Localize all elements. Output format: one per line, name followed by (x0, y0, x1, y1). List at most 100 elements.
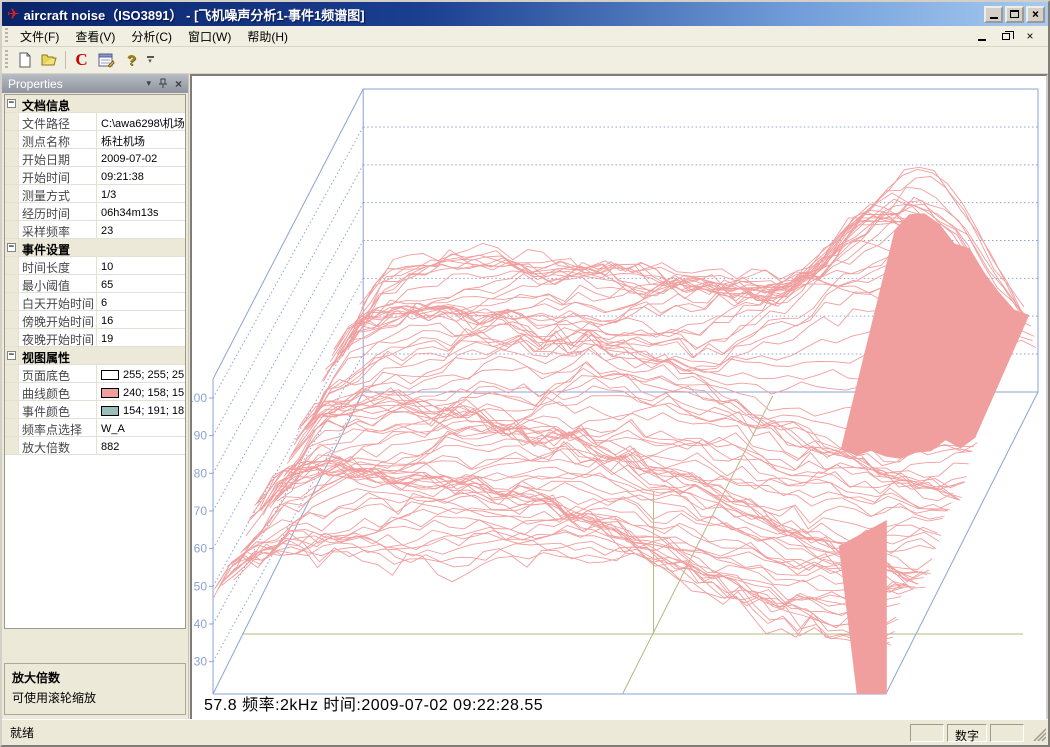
property-value[interactable]: 6 (97, 293, 185, 310)
panel-menu-chevron-icon[interactable]: ▾ (146, 78, 151, 89)
property-value[interactable]: 1/3 (97, 185, 185, 202)
properties-button[interactable] (94, 49, 119, 72)
property-value[interactable]: 16 (97, 311, 185, 328)
menu-help[interactable]: 帮助(H) (239, 26, 296, 47)
open-file-button[interactable] (37, 49, 62, 72)
property-row[interactable]: 频率点选择 W_A (5, 419, 185, 437)
svg-text:50: 50 (194, 579, 208, 593)
mdi-minimize-button[interactable] (974, 29, 990, 43)
menu-analysis[interactable]: 分析(C) (123, 26, 180, 47)
property-value[interactable]: 154; 191; 18 (97, 401, 185, 418)
property-value-text: 06h34m13s (101, 207, 159, 219)
property-value-text: 154; 191; 18 (123, 405, 184, 417)
analysis-button[interactable]: C (69, 49, 94, 72)
property-category-row[interactable]: −视图属性 (5, 347, 185, 365)
property-row[interactable]: 开始日期2009-07-02 (5, 149, 185, 167)
menu-view[interactable]: 查看(V) (67, 26, 123, 47)
property-row[interactable]: 白天开始时间6 (5, 293, 185, 311)
property-value[interactable]: 240; 158; 15 (97, 383, 185, 400)
toolbar-overflow-button[interactable]: ▾ (144, 49, 156, 72)
property-category-row[interactable]: −事件设置 (5, 239, 185, 257)
property-value-text: 10 (101, 261, 113, 273)
menu-window[interactable]: 窗口(W) (180, 26, 239, 47)
property-label: 开始时间 (19, 167, 97, 184)
property-value[interactable]: 06h34m13s (97, 203, 185, 220)
new-document-icon (17, 52, 33, 68)
property-row[interactable]: 页面底色255; 255; 25 (5, 365, 185, 383)
properties-panel-header[interactable]: Properties ▾ × (2, 74, 188, 93)
property-value[interactable]: 09:21:38 (97, 167, 185, 184)
pin-icon[interactable] (158, 78, 168, 89)
color-swatch (101, 370, 119, 380)
property-grid[interactable]: −文档信息文件路径C:\awa6298\机场测点名称栎社机场开始日期2009-0… (4, 94, 186, 629)
property-label: 事件颜色 (19, 401, 97, 418)
property-row[interactable]: 文件路径C:\awa6298\机场 (5, 113, 185, 131)
property-description-title: 放大倍数 (12, 669, 178, 686)
collapse-icon[interactable]: − (7, 243, 16, 252)
property-value[interactable]: C:\awa6298\机场 (97, 113, 185, 130)
property-category-title: 视图属性 (19, 347, 73, 364)
property-row[interactable]: 采样频率23 (5, 221, 185, 239)
panel-close-icon[interactable]: × (175, 77, 182, 91)
property-value[interactable]: 882 (97, 437, 185, 454)
close-button[interactable]: × (1026, 6, 1045, 23)
property-value[interactable]: 19 (97, 329, 185, 346)
property-label: 放大倍数 (19, 437, 97, 454)
property-value[interactable]: 23 (97, 221, 185, 238)
property-row[interactable]: 时间长度10 (5, 257, 185, 275)
property-description-text: 可使用滚轮缩放 (12, 689, 178, 706)
mdi-restore-button[interactable] (998, 29, 1014, 43)
property-label: 傍晚开始时间 (19, 311, 97, 328)
property-row[interactable]: 开始时间 09:21:38 (5, 167, 185, 185)
maximize-button[interactable] (1005, 6, 1024, 23)
menu-file[interactable]: 文件(F) (12, 26, 67, 47)
property-value-text: W_A (101, 423, 125, 435)
property-row[interactable]: 夜晚开始时间19 (5, 329, 185, 347)
property-value-text: 65 (101, 279, 113, 291)
property-label: 频率点选择 (19, 419, 97, 436)
help-button[interactable]: ? (119, 49, 144, 72)
resize-grip[interactable] (1030, 725, 1046, 741)
svg-text:80: 80 (194, 466, 208, 480)
cursor-readout: 57.8 频率:2kHz 时间:2009-07-02 09:22:28.55 (204, 691, 543, 715)
collapse-icon[interactable]: − (7, 351, 16, 360)
property-label: 测点名称 (19, 131, 97, 148)
menu-bar: 文件(F) 查看(V) 分析(C) 窗口(W) 帮助(H) × (2, 26, 1048, 47)
property-value[interactable]: 栎社机场 (97, 131, 185, 148)
property-row[interactable]: 测量方式1/3 (5, 185, 185, 203)
property-value[interactable]: 10 (97, 257, 185, 274)
property-value[interactable]: 2009-07-02 (97, 149, 185, 166)
property-row[interactable]: 放大倍数 882 (5, 437, 185, 455)
status-cell-caps (910, 724, 944, 742)
waterfall-plot[interactable]: 10090807060504030 (192, 76, 1046, 721)
property-description-box: 放大倍数 可使用滚轮缩放 (4, 663, 186, 715)
property-row[interactable]: 最小阈值 65 (5, 275, 185, 293)
tool-bar: C ? ▾ (2, 47, 1048, 74)
property-row[interactable]: 事件颜色 154; 191; 18 (5, 401, 185, 419)
property-row[interactable]: 傍晚开始时间16 (5, 311, 185, 329)
minimize-button[interactable] (984, 6, 1003, 23)
menu-gripper-handle[interactable] (5, 28, 8, 44)
property-value-text: 1/3 (101, 189, 116, 201)
property-value[interactable]: W_A (97, 419, 185, 436)
collapse-icon[interactable]: − (7, 99, 16, 108)
property-category-title: 事件设置 (19, 239, 73, 256)
properties-panel: Properties ▾ × −文档信息文件路径C:\awa6298\机场测点名… (2, 74, 189, 719)
new-document-button[interactable] (12, 49, 37, 72)
mdi-close-button[interactable]: × (1022, 29, 1038, 43)
color-swatch (101, 388, 119, 398)
property-category-row[interactable]: −文档信息 (5, 95, 185, 113)
property-label: 最小阈值 (19, 275, 97, 292)
toolbar-gripper-handle[interactable] (5, 50, 8, 71)
spectrogram-canvas: 10090807060504030 57.8 频率:2kHz 时间:2009-0… (190, 74, 1048, 723)
property-value-text: 09:21:38 (101, 171, 144, 183)
property-value-text: 882 (101, 441, 119, 453)
property-label: 页面底色 (19, 365, 97, 382)
property-row[interactable]: 经历时间06h34m13s (5, 203, 185, 221)
property-row[interactable]: 曲线颜色240; 158; 15 (5, 383, 185, 401)
property-row[interactable]: 测点名称栎社机场 (5, 131, 185, 149)
title-bar[interactable]: ✈ aircraft noise（ISO3891） - [飞机噪声分析1-事件1… (2, 2, 1048, 26)
property-value[interactable]: 255; 255; 25 (97, 365, 185, 382)
property-value[interactable]: 65 (97, 275, 185, 292)
toolbar-overflow-icon (147, 56, 154, 58)
